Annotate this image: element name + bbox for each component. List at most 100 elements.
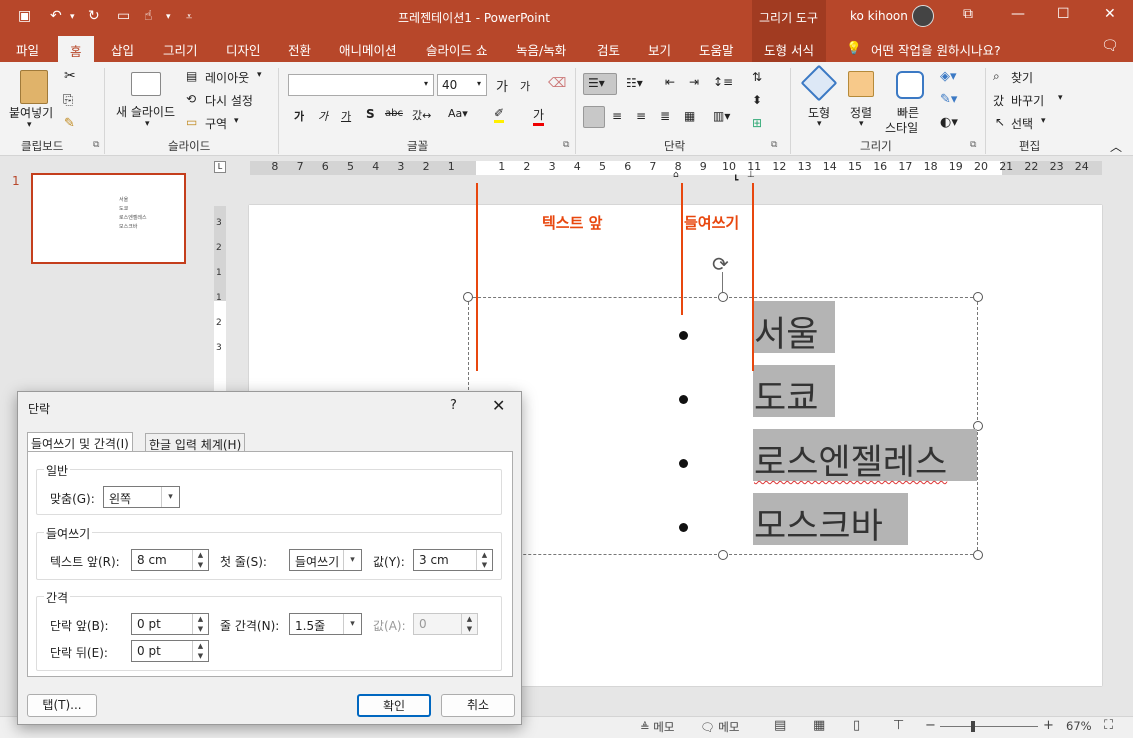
paragraph-launcher-icon[interactable]: ⧉ <box>771 140 777 150</box>
select-button[interactable]: 선택 <box>1011 115 1033 132</box>
grow-font-icon[interactable]: 가 <box>496 76 508 95</box>
layout-icon[interactable]: ▤ <box>186 69 197 83</box>
slide-thumbnail[interactable]: 서울 도쿄 로스엔젤레스 모스크바 <box>31 173 186 264</box>
reset-button[interactable]: 다시 설정 <box>205 92 253 109</box>
resize-handle[interactable] <box>718 550 728 560</box>
slideshow-view-icon[interactable]: ⊤ <box>893 718 904 733</box>
tab-view[interactable]: 보기 <box>648 40 671 59</box>
slide-text-line[interactable]: 도쿄 <box>754 373 818 425</box>
tab-help[interactable]: 도움말 <box>699 40 734 59</box>
format-painter-icon[interactable]: ✎ <box>64 116 75 131</box>
tab-transitions[interactable]: 전환 <box>288 40 311 59</box>
tab-slideshow[interactable]: 슬라이드 쇼 <box>426 40 487 59</box>
line-spacing-icon[interactable]: ↕≡ <box>713 75 733 89</box>
quick-styles-icon[interactable] <box>896 71 924 99</box>
shapes-dropdown-icon[interactable]: ▾ <box>817 119 822 129</box>
arrange-dropdown-icon[interactable]: ▾ <box>859 119 864 129</box>
comments-button[interactable]: 🗨 메모 <box>700 719 739 735</box>
user-name[interactable]: ko kihoon <box>850 9 908 23</box>
text-direction-icon[interactable]: ⇅ <box>752 70 762 84</box>
tab-record[interactable]: 녹음/녹화 <box>516 40 566 59</box>
tab-home[interactable]: 홈 <box>58 36 94 62</box>
spinner-arrows[interactable]: ▲ ▼ <box>192 641 208 661</box>
notes-button[interactable]: ≜ 메모 <box>640 719 674 735</box>
zoom-level[interactable]: 67% <box>1066 719 1092 733</box>
align-left-icon[interactable] <box>583 106 605 128</box>
tell-me-search[interactable]: 어떤 작업을 원하시나요? <box>871 40 1001 59</box>
tab-shape-format[interactable]: 도형 서식 <box>752 33 826 62</box>
select-icon[interactable]: ↖ <box>995 115 1005 129</box>
zoom-slider-track[interactable] <box>940 726 1038 727</box>
zoom-in-icon[interactable]: + <box>1043 718 1054 733</box>
increase-indent-icon[interactable]: ⇥ <box>689 75 699 89</box>
tab-korean-input[interactable]: 한글 입력 체계(H) <box>145 433 246 452</box>
bold-icon[interactable]: 가 <box>294 108 304 124</box>
clipboard-launcher-icon[interactable]: ⧉ <box>93 140 99 150</box>
char-spacing-icon[interactable]: 갔↔ <box>412 107 431 123</box>
chevron-down-icon[interactable]: ▾ <box>343 614 361 634</box>
touch-mode-icon[interactable]: ☝ <box>144 8 153 24</box>
reset-icon[interactable]: ⟲ <box>186 92 196 106</box>
find-icon[interactable]: ⌕ <box>993 69 1000 84</box>
slide-text-line[interactable]: 모스크바 <box>754 501 883 553</box>
ok-button[interactable]: 확인 <box>357 694 431 717</box>
columns-icon[interactable]: ▥▾ <box>713 109 730 123</box>
shrink-font-icon[interactable]: 가 <box>520 78 530 94</box>
special-select[interactable]: 들여쓰기 ▾ <box>289 549 362 571</box>
resize-handle[interactable] <box>718 292 728 302</box>
rotate-handle-icon[interactable]: ⟳ <box>712 252 729 276</box>
tab-indent-spacing[interactable]: 들여쓰기 및 간격(I) <box>27 432 133 452</box>
section-icon[interactable]: ▭ <box>186 115 197 129</box>
touch-dropdown-icon[interactable]: ▾ <box>166 12 171 22</box>
distribute-icon[interactable]: ▦ <box>684 109 695 123</box>
section-dropdown-icon[interactable]: ▾ <box>234 116 239 126</box>
comments-icon[interactable]: 🗨 <box>1101 38 1119 54</box>
paste-button[interactable]: 붙여넣기 <box>9 104 53 121</box>
dialog-close-icon[interactable]: ✕ <box>492 396 505 415</box>
ribbon-display-icon[interactable]: ⧉ <box>963 6 973 22</box>
undo-dropdown-icon[interactable]: ▾ <box>70 12 75 22</box>
new-slide-icon[interactable] <box>131 72 161 96</box>
slide-text-line[interactable]: 서울 <box>754 309 818 361</box>
clear-format-icon[interactable]: ⌫ <box>548 76 566 91</box>
tab-file[interactable]: 파일 <box>16 40 39 59</box>
tab-draw[interactable]: 그리기 <box>163 40 198 59</box>
tabs-button[interactable]: 탭(T)... <box>27 694 97 717</box>
new-slide-dropdown-icon[interactable]: ▾ <box>145 119 150 129</box>
highlight-icon[interactable]: ✐ <box>494 106 505 123</box>
replace-button[interactable]: 바꾸기 <box>1011 92 1044 109</box>
drawing-launcher-icon[interactable]: ⧉ <box>970 140 976 150</box>
tab-insert[interactable]: 삽입 <box>111 40 134 59</box>
shadow-icon[interactable]: S <box>366 107 375 121</box>
new-slide-button[interactable]: 새 슬라이드 <box>116 103 175 120</box>
line-spacing-select[interactable]: 1.5줄 ▾ <box>289 613 362 635</box>
tab-review[interactable]: 검토 <box>597 40 620 59</box>
undo-icon[interactable]: ↶ <box>50 8 62 24</box>
cut-icon[interactable]: ✂ <box>64 68 76 84</box>
align-center-icon[interactable]: ≡ <box>612 109 622 123</box>
shape-outline-icon[interactable]: ✎▾ <box>940 92 957 107</box>
align-select[interactable]: 왼쪽 ▾ <box>103 486 180 508</box>
find-button[interactable]: 찾기 <box>1011 69 1033 86</box>
font-size-dropdown-icon[interactable]: ▾ <box>477 79 481 88</box>
resize-handle[interactable] <box>463 292 473 302</box>
tab-animations[interactable]: 애니메이션 <box>339 40 397 59</box>
spinner-arrows[interactable]: ▲ ▼ <box>476 550 492 570</box>
tab-stop-marker[interactable]: ┗ <box>733 176 738 186</box>
paste-dropdown-icon[interactable]: ▾ <box>27 120 32 130</box>
layout-dropdown-icon[interactable]: ▾ <box>257 70 262 80</box>
align-text-icon[interactable]: ⬍ <box>752 93 762 107</box>
spacing-before-spinner[interactable]: 0 pt ▲ ▼ <box>131 613 209 635</box>
italic-icon[interactable]: 가 <box>318 108 328 124</box>
select-dropdown-icon[interactable]: ▾ <box>1041 116 1046 126</box>
replace-icon[interactable]: 갔 <box>993 92 1004 109</box>
help-button[interactable]: ? <box>450 398 457 413</box>
underline-icon[interactable]: 가 <box>341 108 351 124</box>
spinner-arrows[interactable]: ▲ ▼ <box>192 614 208 634</box>
normal-view-icon[interactable]: ▤ <box>774 718 786 733</box>
before-text-spinner[interactable]: 8 cm ▲ ▼ <box>131 549 209 571</box>
collapse-ribbon-icon[interactable]: ︿ <box>1110 138 1122 155</box>
tab-design[interactable]: 디자인 <box>226 40 261 59</box>
customize-qat-icon[interactable]: ⩡ <box>186 10 192 24</box>
align-right-icon[interactable]: ≡ <box>636 109 646 123</box>
